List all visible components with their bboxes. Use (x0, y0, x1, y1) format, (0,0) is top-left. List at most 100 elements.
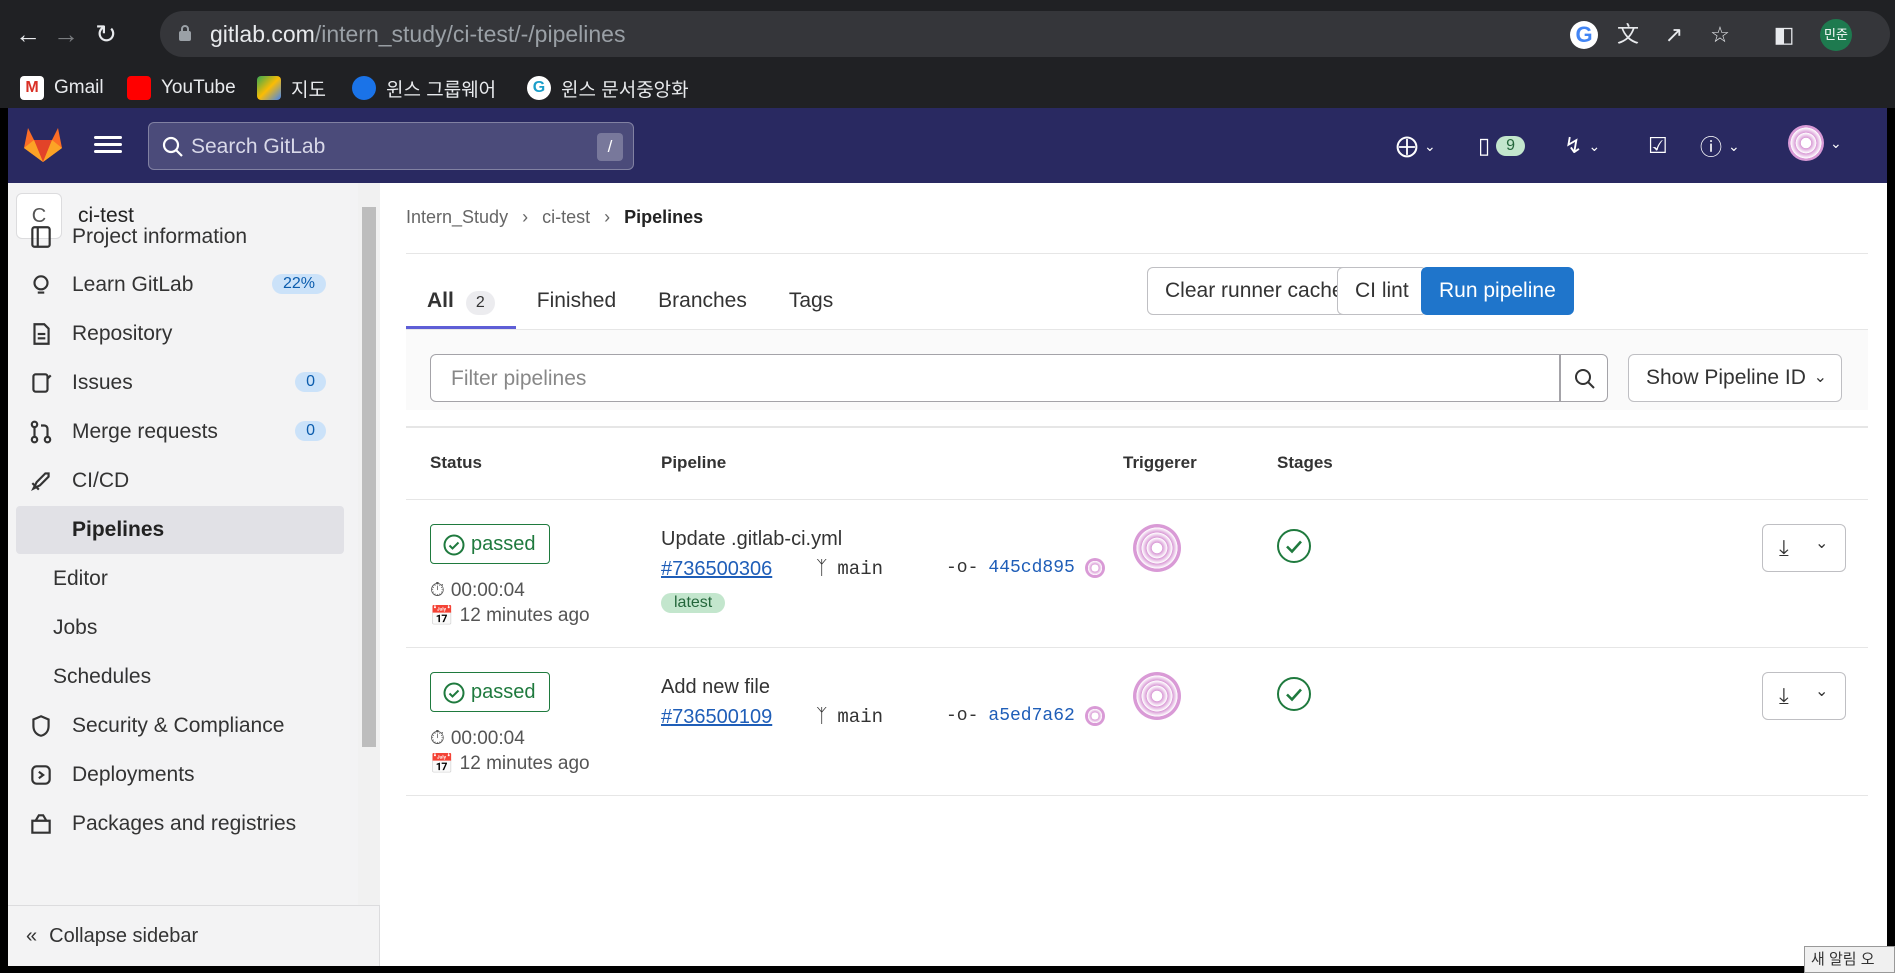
side-panel-icon[interactable]: ◧ (1770, 21, 1798, 49)
chevron-right-icon: › (604, 207, 611, 227)
user-menu-button[interactable]: ⌄ (1788, 125, 1842, 161)
triggerer-avatar[interactable] (1133, 672, 1181, 720)
pipeline-commit-sha[interactable]: -o- 445cd895 (946, 558, 1105, 578)
breadcrumb-current[interactable]: Pipelines (624, 207, 703, 228)
commit-author-avatar (1084, 558, 1105, 578)
sidebar-item-pipelines[interactable]: Pipelines (16, 506, 344, 554)
stage-passed-icon[interactable] (1276, 528, 1312, 564)
tab-finished[interactable]: Finished (516, 273, 637, 329)
bookmark-gmail[interactable]: M Gmail (20, 68, 104, 108)
tab-branches[interactable]: Branches (637, 273, 768, 329)
google-icon[interactable]: G (1570, 21, 1598, 49)
pipeline-finished: 📅 12 minutes ago (430, 605, 590, 627)
download-icon: ⤓ (1779, 683, 1789, 708)
filter-pipelines-input[interactable]: Filter pipelines (430, 354, 1560, 402)
tab-all[interactable]: All 2 (406, 273, 516, 329)
sidebar-item-merge-requests[interactable]: Merge requests 0 (8, 408, 344, 456)
pipeline-duration: ⏱ 00:00:04 (430, 580, 525, 601)
gmail-icon: M (20, 76, 44, 100)
show-pipeline-id-dropdown[interactable]: Show Pipeline ID ⌄ (1628, 354, 1842, 402)
star-icon[interactable]: ☆ (1706, 21, 1734, 49)
pipeline-commit-title[interactable]: Add new file (661, 676, 770, 699)
download-artifacts-button[interactable]: ⤓ ⌄ (1762, 672, 1846, 720)
sidebar-item-security-compliance[interactable]: Security & Compliance (8, 702, 344, 750)
column-header-status: Status (430, 453, 482, 472)
tab-count-badge: 2 (465, 291, 495, 315)
reload-icon[interactable]: ↻ (88, 16, 124, 52)
back-arrow-icon[interactable]: ← (10, 16, 46, 52)
merge-requests-nav-button[interactable]: ↯ ⌄ (1564, 130, 1600, 162)
main-content: Intern_Study › ci-test › Pipelines All 2 … (380, 183, 1887, 966)
stage-passed-icon[interactable] (1276, 676, 1312, 712)
chevron-right-icon: › (522, 207, 529, 227)
rocket-icon (30, 472, 50, 492)
breadcrumb: Intern_Study › ci-test › Pipelines (406, 207, 703, 228)
calendar-icon: 📅 (430, 754, 454, 775)
sidebar-item-repository[interactable]: Repository (8, 310, 344, 358)
tab-tags[interactable]: Tags (768, 273, 854, 329)
bookmark-maps[interactable]: 지도 (257, 68, 326, 108)
bookmark-groupware[interactable]: 윈스 그룹웨어 (352, 68, 496, 108)
todos-nav-button[interactable]: ☑ (1648, 130, 1668, 162)
commit-icon: -o- (946, 706, 979, 726)
search-input[interactable]: Search GitLab / (148, 122, 634, 170)
deploy-icon (31, 765, 51, 785)
ci-lint-button[interactable]: CI lint (1337, 267, 1427, 315)
filter-search-button[interactable] (1560, 354, 1608, 402)
gitlab-top-nav: Search GitLab / ⨁ ⌄ ▯ 9 ↯ ⌄ ☑ ⓘ ⌄ ⌄ (8, 108, 1887, 183)
sidebar-item-project-information[interactable]: Project information (8, 213, 344, 261)
timer-icon: ⏱ (430, 728, 445, 749)
pipeline-id-link[interactable]: #736500109 (661, 706, 772, 729)
run-pipeline-button[interactable]: Run pipeline (1421, 267, 1574, 315)
sidebar-item-learn-gitlab[interactable]: Learn GitLab 22% (8, 261, 344, 309)
profile-avatar[interactable]: 민준 (1820, 19, 1852, 51)
bookmark-docs[interactable]: G 윈스 문서중앙화 (527, 68, 689, 108)
new-menu-button[interactable]: ⨁ ⌄ (1396, 130, 1436, 162)
sidebar-item-issues[interactable]: Issues 0 (8, 359, 344, 407)
scrollbar-thumb[interactable] (362, 207, 376, 747)
docs-icon: G (527, 76, 551, 100)
status-badge[interactable]: passed (430, 524, 550, 564)
help-nav-button[interactable]: ⓘ ⌄ (1700, 130, 1740, 162)
forward-arrow-icon[interactable]: → (48, 16, 84, 52)
merge-request-icon (30, 420, 52, 444)
search-icon (162, 136, 183, 157)
sidebar-item-packages-registries[interactable]: Packages and registries (8, 800, 344, 848)
merge-request-icon: ↯ (1564, 133, 1583, 158)
sidebar-scrollbar[interactable] (358, 183, 380, 905)
chevron-down-icon: ⌄ (1588, 137, 1601, 154)
collapse-sidebar-button[interactable]: « Collapse sidebar (8, 905, 380, 966)
sidebar-item-schedules[interactable]: Schedules (8, 653, 344, 701)
notification-popup[interactable]: 새 알림 오 (1804, 946, 1895, 973)
pipeline-commit-sha[interactable]: -o-a5ed7a62 (946, 706, 1105, 726)
table-row: passed ⏱ 00:00:04 📅 12 minutes ago Update … (406, 500, 1868, 648)
breadcrumb-group[interactable]: Intern_Study (406, 207, 508, 228)
divider (406, 253, 1868, 254)
triggerer-avatar[interactable] (1133, 524, 1181, 572)
column-header-pipeline: Pipeline (661, 453, 727, 472)
pipeline-branch[interactable]: ᛉ main (816, 706, 883, 728)
sidebar-item-ci-cd[interactable]: CI/CD (8, 457, 344, 505)
pipeline-duration: ⏱ 00:00:04 (430, 728, 525, 749)
breadcrumb-project[interactable]: ci-test (542, 207, 590, 228)
maps-icon (257, 76, 281, 100)
table-row: passed ⏱ 00:00:04 📅 12 minutes ago Add new… (406, 648, 1868, 796)
translate-icon[interactable]: 文 (1614, 21, 1642, 49)
sidebar-item-deployments[interactable]: Deployments (8, 751, 344, 799)
project-sidebar: C ci-test Project information Learn GitL… (8, 183, 380, 966)
download-artifacts-button[interactable]: ⤓ ⌄ (1762, 524, 1846, 572)
menu-icon[interactable] (94, 132, 122, 158)
share-icon[interactable]: ↗ (1660, 21, 1688, 49)
pipeline-id-link[interactable]: #736500306 (661, 558, 772, 581)
pipeline-commit-title[interactable]: Update .gitlab-ci.yml (661, 528, 842, 551)
status-badge[interactable]: passed (430, 672, 550, 712)
search-icon (1575, 369, 1595, 389)
issues-nav-button[interactable]: ▯ 9 (1478, 130, 1526, 162)
sidebar-item-editor[interactable]: Editor (8, 555, 344, 603)
pipeline-branch[interactable]: ᛉ main (816, 558, 883, 580)
merge-requests-count-badge: 0 (295, 421, 326, 441)
bookmark-youtube[interactable]: YouTube (127, 68, 236, 108)
latest-badge: latest (661, 593, 726, 613)
gitlab-logo-icon[interactable] (22, 124, 64, 164)
sidebar-item-jobs[interactable]: Jobs (8, 604, 344, 652)
